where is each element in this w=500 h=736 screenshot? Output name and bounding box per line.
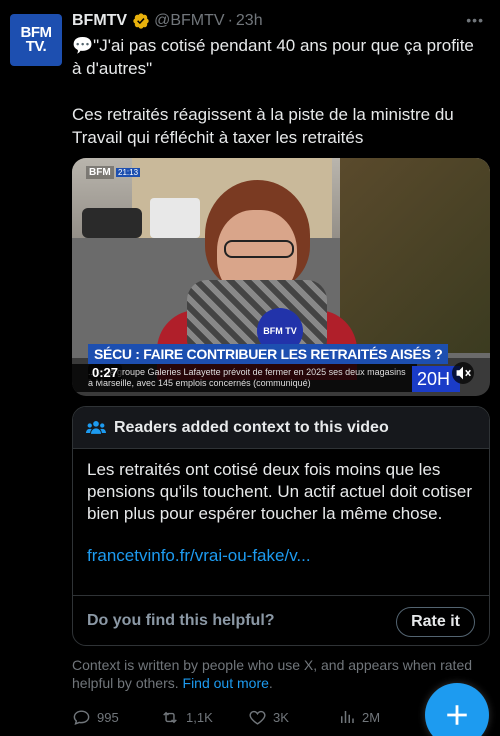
find-out-more-link[interactable]: Find out more: [183, 675, 269, 691]
lower-third-title: SÉCU : FAIRE CONTRIBUER LES RETRAITÉS AI…: [88, 344, 449, 364]
author-handle[interactable]: @BFMTV: [154, 12, 224, 30]
community-note-text: Les retraités ont cotisé deux fois moins…: [87, 460, 473, 523]
reply-count: 995: [97, 709, 119, 725]
tweet-text-quote: 💬"J'ai pas cotisé pendant 40 ans pour qu…: [72, 36, 474, 78]
like-button[interactable]: 3K: [248, 708, 289, 727]
video-elapsed-time: 0:27: [88, 364, 123, 381]
reply-icon: [73, 709, 90, 725]
tweet[interactable]: BFMTV @BFMTV · 23h ••• 💬"J'ai pas cotisé…: [72, 10, 492, 149]
author-name[interactable]: BFMTV: [72, 12, 127, 30]
tweet-header: BFMTV @BFMTV · 23h: [72, 10, 492, 32]
more-options-icon[interactable]: •••: [466, 12, 484, 28]
like-count: 3K: [273, 709, 289, 725]
heart-icon: [249, 710, 266, 725]
lower-third: SÉCU : FAIRE CONTRIBUER LES RETRAITÉS AI…: [72, 344, 490, 396]
community-note-link[interactable]: francetvinfo.fr/vrai-ou-fake/v...: [87, 545, 475, 567]
tweet-actions: 995 1,1K 3K 2M: [72, 706, 422, 728]
interviewee-glasses: [224, 240, 294, 258]
views-button[interactable]: 2M: [338, 708, 380, 726]
rate-it-button[interactable]: Rate it: [396, 607, 475, 637]
reply-button[interactable]: 995: [72, 708, 119, 727]
repost-button[interactable]: 1,1K: [160, 708, 213, 727]
community-note-header[interactable]: Readers added context to this video: [73, 407, 489, 449]
separator-dot: ·: [227, 12, 233, 29]
news-ticker: ...s : le groupe Galeries Lafayette prév…: [72, 364, 417, 392]
view-count: 2M: [362, 709, 381, 725]
avatar[interactable]: BFM TV.: [10, 14, 62, 66]
tweet-text: 💬"J'ai pas cotisé pendant 40 ans pour qu…: [72, 34, 482, 149]
views-chart-icon: [341, 711, 354, 723]
community-note-footer: Do you find this helpful? Rate it: [73, 595, 489, 645]
tweet-text-body: Ces retraités réagissent à la piste de l…: [72, 105, 454, 147]
repost-count: 1,1K: [186, 709, 213, 725]
video-car: [82, 208, 142, 238]
channel-logo: BFM: [86, 166, 114, 179]
avatar-line-2: TV.: [25, 38, 47, 55]
repost-icon: [163, 711, 177, 723]
verified-badge-icon: [133, 13, 149, 29]
video-hedge: [340, 158, 490, 353]
note-footer-suffix: .: [268, 675, 273, 691]
helpful-question: Do you find this helpful?: [87, 611, 275, 629]
readers-icon: [86, 420, 106, 434]
mute-icon[interactable]: [452, 362, 474, 384]
channel-clock: 21:13: [116, 168, 141, 177]
community-note: Readers added context to this video Les …: [72, 406, 490, 646]
video-player[interactable]: BFM TV BFM 21:13 SÉCU : FAIRE CONTRIBUER…: [72, 158, 490, 396]
community-note-title: Readers added context to this video: [114, 418, 389, 436]
note-footer: Context is written by people who use X, …: [72, 656, 490, 692]
community-note-body: Les retraités ont cotisé deux fois moins…: [73, 449, 489, 567]
plus-icon: [447, 705, 467, 725]
timestamp[interactable]: 23h: [236, 12, 263, 30]
